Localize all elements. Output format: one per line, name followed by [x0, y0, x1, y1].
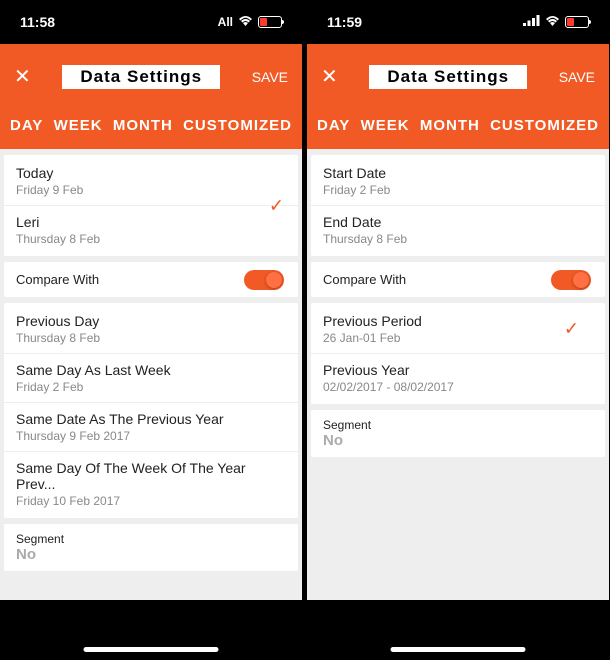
compare-label: Compare With: [16, 272, 99, 287]
header: ✕ Data Settings SAVE DAY WEEK MONTH CUST…: [0, 44, 302, 149]
wifi-icon: [545, 15, 560, 29]
tab-week[interactable]: WEEK: [52, 113, 105, 138]
option-title: Today: [16, 165, 286, 181]
compare-with-row[interactable]: Compare With: [311, 262, 605, 297]
tab-month[interactable]: MONTH: [111, 113, 175, 138]
home-indicator[interactable]: [391, 647, 526, 652]
segment-label: Segment: [16, 532, 286, 546]
battery-icon: [565, 16, 589, 28]
signal-icon: [523, 15, 540, 29]
header: ✕ Data Settings SAVE DAY WEEK MONTH CUST…: [307, 44, 609, 149]
tab-month[interactable]: MONTH: [418, 113, 482, 138]
status-right: All: [218, 15, 282, 29]
tabs: DAY WEEK MONTH CUSTOMIZED: [307, 113, 609, 138]
check-icon: ✓: [269, 195, 284, 216]
page-title: Data Settings: [62, 65, 220, 89]
tab-week[interactable]: WEEK: [359, 113, 412, 138]
option-title: Leri: [16, 214, 286, 230]
phone-left: 11:58 All ✕ Data Settings SAVE DAY WEEK …: [0, 0, 302, 600]
battery-icon: [258, 16, 282, 28]
page-title: Data Settings: [369, 65, 527, 89]
compare-toggle[interactable]: [551, 270, 591, 290]
compare-option[interactable]: Previous Year 02/02/2017 - 08/02/2017: [323, 362, 593, 394]
status-bar: 11:58 All: [0, 0, 302, 44]
tab-customized[interactable]: CUSTOMIZED: [181, 113, 294, 138]
compare-option[interactable]: Same Day As Last Week Friday 2 Feb: [16, 362, 286, 394]
segment-value: No: [16, 546, 286, 563]
phone-right: 11:59 ✕ Data Settings SAVE DAY WEEK MONT…: [307, 0, 609, 600]
save-button[interactable]: SAVE: [252, 69, 288, 85]
compare-with-row[interactable]: Compare With: [4, 262, 298, 297]
segment-label: Segment: [323, 418, 593, 432]
end-date-row[interactable]: End Date Thursday 8 Feb: [323, 214, 593, 246]
option-today[interactable]: Today Friday 9 Feb ✓ Leri Thursday 8 Feb: [4, 155, 298, 256]
save-button[interactable]: SAVE: [559, 69, 595, 85]
compare-option[interactable]: Same Date As The Previous Year Thursday …: [16, 411, 286, 443]
status-time: 11:58: [20, 14, 55, 30]
close-button[interactable]: ✕: [321, 64, 338, 89]
compare-option[interactable]: Same Day Of The Week Of The Year Prev...…: [16, 460, 286, 508]
status-time: 11:59: [327, 14, 362, 30]
content: Start Date Friday 2 Feb End Date Thursda…: [307, 149, 609, 600]
segment-row[interactable]: Segment No: [311, 410, 605, 457]
content: Today Friday 9 Feb ✓ Leri Thursday 8 Feb…: [0, 149, 302, 600]
compare-options: Previous Day Thursday 8 Feb Same Day As …: [4, 303, 298, 518]
wifi-icon: [238, 15, 253, 29]
compare-label: Compare With: [323, 272, 406, 287]
home-indicator[interactable]: [84, 647, 219, 652]
start-date-row[interactable]: Start Date Friday 2 Feb: [323, 165, 593, 197]
option-sub: Thursday 8 Feb: [16, 232, 286, 246]
segment-value: No: [323, 432, 593, 449]
compare-toggle[interactable]: [244, 270, 284, 290]
carrier-label: All: [218, 15, 233, 29]
tab-customized[interactable]: CUSTOMIZED: [488, 113, 601, 138]
tab-day[interactable]: DAY: [315, 113, 352, 138]
status-bar: 11:59: [307, 0, 609, 44]
compare-option[interactable]: Previous Day Thursday 8 Feb: [16, 313, 286, 345]
option-sub: Friday 9 Feb: [16, 183, 286, 197]
check-icon: ✓: [564, 319, 579, 340]
tab-day[interactable]: DAY: [8, 113, 45, 138]
segment-row[interactable]: Segment No: [4, 524, 298, 571]
compare-option[interactable]: Previous Period 26 Jan-01 Feb ✓: [323, 313, 593, 345]
tabs: DAY WEEK MONTH CUSTOMIZED: [0, 113, 302, 138]
date-range: Start Date Friday 2 Feb End Date Thursda…: [311, 155, 605, 256]
compare-options: Previous Period 26 Jan-01 Feb ✓ Previous…: [311, 303, 605, 404]
status-right: [523, 15, 589, 29]
close-button[interactable]: ✕: [14, 64, 31, 89]
